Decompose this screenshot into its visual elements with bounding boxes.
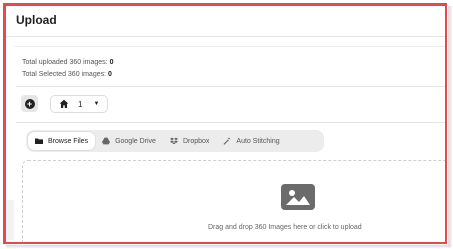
selected-count-label: Total Selected 360 images: (22, 71, 107, 78)
upload-stats: Total uploaded 360 images: 0 Total Selec… (22, 57, 113, 81)
uploaded-count-label: Total uploaded 360 images: (22, 59, 108, 66)
magic-wand-icon (223, 137, 231, 145)
background-strip (6, 200, 14, 240)
selected-count-value: 0 (108, 71, 112, 78)
tab-browse-files[interactable]: Browse Files (28, 132, 96, 150)
plus-circle-icon: + (24, 98, 35, 109)
selected-count-line: Total Selected 360 images: 0 (22, 69, 113, 81)
tab-google-drive[interactable]: Google Drive (95, 132, 163, 150)
caret-down-icon: ▼ (93, 101, 100, 107)
folder-icon (35, 138, 43, 144)
tab-browse-files-label: Browse Files (48, 137, 89, 145)
tab-auto-stitching-label: Auto Stitching (236, 137, 280, 145)
tab-dropbox[interactable]: Dropbox (163, 132, 216, 150)
google-drive-icon (102, 137, 111, 145)
folder-select[interactable]: 1 ▼ (50, 95, 108, 113)
home-icon (59, 99, 69, 108)
dropbox-icon (169, 137, 178, 145)
tab-dropbox-label: Dropbox (182, 137, 210, 145)
add-folder-button[interactable]: + (21, 95, 38, 112)
window-shadow-right (448, 6, 452, 246)
uploaded-count-value: 0 (109, 59, 114, 66)
panel-divider (14, 46, 445, 47)
uploaded-count-line: Total uploaded 360 images: 0 (22, 57, 113, 69)
folder-select-value: 1 (78, 99, 83, 109)
toolbar-divider (16, 122, 445, 123)
page-title: Upload (16, 13, 57, 27)
window-shadow-bottom (6, 245, 451, 248)
header-divider (6, 36, 445, 37)
image-icon (281, 184, 315, 210)
tab-google-drive-label: Google Drive (115, 137, 156, 145)
upload-source-tabs: Browse Files Google Drive Dropbox Auto S… (26, 130, 324, 152)
stats-divider (16, 86, 445, 87)
tab-auto-stitching[interactable]: Auto Stitching (216, 132, 286, 150)
upload-dropzone[interactable] (22, 160, 445, 242)
upload-window: Upload Total uploaded 360 images: 0 Tota… (3, 3, 447, 244)
dropzone-instructions: Drag and drop 360 Images here or click t… (208, 224, 362, 231)
